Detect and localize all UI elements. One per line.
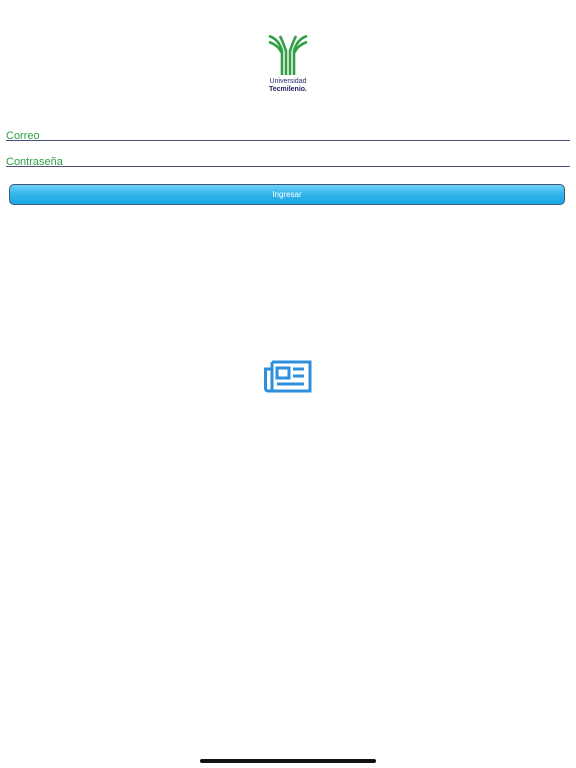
password-input[interactable]: [6, 155, 570, 169]
university-logo: Universidad Tecmilenio.: [262, 34, 314, 96]
login-button[interactable]: Ingresar: [9, 184, 565, 205]
email-input[interactable]: [6, 129, 570, 143]
logo-mark-icon: [268, 34, 308, 75]
email-field: [6, 126, 570, 143]
login-screen: Universidad Tecmilenio. Ingresar: [0, 0, 576, 768]
password-field: [6, 152, 570, 169]
logo-text-university: Universidad: [269, 78, 307, 85]
logo-text-tecmilenio: Tecmilenio.: [269, 86, 307, 93]
home-indicator[interactable]: [200, 759, 376, 763]
newspaper-icon: [264, 360, 312, 393]
